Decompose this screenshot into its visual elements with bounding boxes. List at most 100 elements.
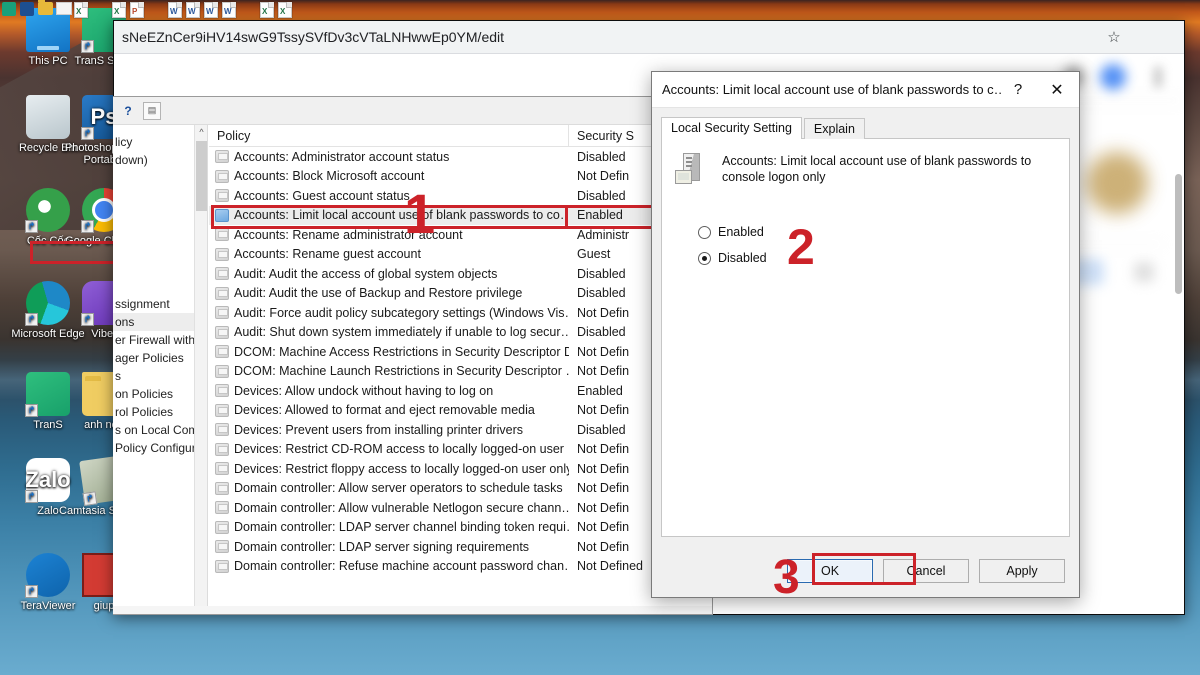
policy-cell[interactable]: Accounts: Guest account status: [209, 189, 569, 203]
table-row[interactable]: Accounts: Rename guest account Guest: [209, 245, 712, 265]
policy-cell[interactable]: Accounts: Block Microsoft account: [209, 169, 569, 183]
trans-taskbar-icon[interactable]: [2, 2, 18, 18]
ok-button[interactable]: OK: [787, 559, 873, 583]
console-tree-item[interactable]: s on Local Com: [113, 421, 207, 439]
column-header-policy[interactable]: Policy: [209, 125, 569, 147]
close-icon[interactable]: ✕: [1035, 73, 1079, 107]
policy-cell[interactable]: Devices: Restrict floppy access to local…: [209, 462, 569, 476]
dialog-footer[interactable]: OK Cancel Apply: [652, 545, 1079, 597]
tree-scrollbar[interactable]: ^: [194, 125, 207, 614]
table-row[interactable]: Devices: Prevent users from installing p…: [209, 420, 712, 440]
policy-header: Accounts: Limit local account use of bla…: [662, 139, 1069, 189]
word-taskbar-icon[interactable]: W: [168, 2, 184, 18]
table-row[interactable]: Accounts: Limit local account use of bla…: [209, 205, 712, 225]
radio-enabled[interactable]: Enabled: [698, 221, 1069, 243]
console-tree-item[interactable]: ssignment: [113, 295, 207, 313]
address-bar[interactable]: sNeEZnCer9iHV14swG9TssySVfDv3cVTaLNHwwEp…: [122, 29, 1102, 45]
shortcut-arrow-icon: [82, 491, 98, 506]
policy-cell[interactable]: Domain controller: Allow server operator…: [209, 481, 569, 495]
table-row[interactable]: Accounts: Rename administrator account Ad…: [209, 225, 712, 245]
policy-cell[interactable]: Audit: Shut down system immediately if u…: [209, 325, 569, 339]
excel-taskbar-icon[interactable]: X: [260, 2, 276, 18]
policy-cell[interactable]: Domain controller: Refuse machine accoun…: [209, 559, 569, 573]
console-tree-item[interactable]: on Policies: [113, 385, 207, 403]
table-row[interactable]: Devices: Allowed to format and eject rem…: [209, 401, 712, 421]
export-list-icon[interactable]: ▤: [143, 101, 161, 120]
console-tree-item[interactable]: ons: [113, 313, 207, 331]
console-tree-item[interactable]: ager Policies: [113, 349, 207, 367]
console-tree-item[interactable]: licy: [113, 133, 207, 151]
apply-button[interactable]: Apply: [979, 559, 1065, 583]
policy-cell[interactable]: Accounts: Administrator account status: [209, 150, 569, 164]
table-row[interactable]: Audit: Audit the use of Backup and Resto…: [209, 284, 712, 304]
excel-taskbar-icon[interactable]: X: [74, 2, 90, 18]
chevron-up-icon[interactable]: ^: [195, 125, 207, 139]
policy-cell[interactable]: Audit: Force audit policy subcategory se…: [209, 306, 569, 320]
console-tree-item[interactable]: down): [113, 151, 207, 169]
folder-taskbar-icon[interactable]: [38, 0, 54, 18]
table-row[interactable]: DCOM: Machine Access Restrictions in Sec…: [209, 342, 712, 362]
table-row[interactable]: Audit: Audit the access of global system…: [209, 264, 712, 284]
policy-cell[interactable]: Devices: Allow undock without having to …: [209, 384, 569, 398]
console-tree-pane[interactable]: licy down) ssignment ons er Firewall with age…: [113, 125, 208, 614]
table-row[interactable]: Devices: Allow undock without having to …: [209, 381, 712, 401]
table-row[interactable]: Domain controller: Allow server operator…: [209, 479, 712, 499]
table-row[interactable]: Domain controller: LDAP server channel b…: [209, 518, 712, 538]
radio-indicator[interactable]: [698, 251, 711, 265]
console-tree-item[interactable]: er Firewall with: [113, 331, 207, 349]
word-taskbar-icon[interactable]: W: [204, 2, 220, 18]
dialog-title-bar[interactable]: Accounts: Limit local account use of bla…: [652, 72, 1079, 108]
policy-list-pane[interactable]: Policy Security S Accounts: Administrato…: [208, 125, 712, 614]
policy-cell[interactable]: Devices: Allowed to format and eject rem…: [209, 403, 569, 417]
policy-cell[interactable]: Audit: Audit the use of Backup and Resto…: [209, 286, 569, 300]
radio-group[interactable]: Enabled Disabled: [662, 189, 1069, 269]
tree-scrollbar-thumb[interactable]: [196, 141, 207, 211]
policy-cell[interactable]: DCOM: Machine Access Restrictions in Sec…: [209, 345, 569, 359]
policy-cell[interactable]: Accounts: Limit local account use of bla…: [209, 208, 569, 222]
tab-explain[interactable]: Explain: [803, 118, 865, 139]
browser-scrollbar-thumb[interactable]: [1175, 174, 1182, 294]
mmc-toolbar[interactable]: ? ▤: [113, 97, 712, 125]
radio-indicator[interactable]: [698, 225, 711, 239]
window-taskbar-icon[interactable]: [56, 2, 72, 18]
excel-taskbar-icon[interactable]: X: [278, 2, 294, 18]
policy-cell[interactable]: Audit: Audit the access of global system…: [209, 267, 569, 281]
policy-cell[interactable]: Domain controller: LDAP server channel b…: [209, 520, 569, 534]
dialog-tabstrip[interactable]: Local Security Setting Explain: [661, 117, 1070, 139]
table-row[interactable]: Domain controller: Refuse machine accoun…: [209, 557, 712, 577]
cancel-button[interactable]: Cancel: [883, 559, 969, 583]
policy-list-header[interactable]: Policy Security S: [209, 125, 712, 147]
table-row[interactable]: Audit: Shut down system immediately if u…: [209, 323, 712, 343]
console-tree-item[interactable]: Policy Configur.: [113, 439, 207, 457]
help-icon[interactable]: ?: [119, 102, 137, 120]
radio-disabled[interactable]: Disabled: [698, 247, 1069, 269]
table-row[interactable]: Devices: Restrict floppy access to local…: [209, 459, 712, 479]
app-taskbar-icon[interactable]: [20, 2, 36, 18]
word-taskbar-icon[interactable]: W: [186, 2, 202, 18]
doc-taskbar-icon[interactable]: P: [130, 2, 146, 18]
table-row[interactable]: Accounts: Guest account status Disabled: [209, 186, 712, 206]
table-row[interactable]: DCOM: Machine Launch Restrictions in Sec…: [209, 362, 712, 382]
tab-local-security-setting[interactable]: Local Security Setting: [661, 117, 802, 139]
bookmark-star-icon[interactable]: ☆: [1102, 25, 1126, 49]
policy-cell[interactable]: Accounts: Rename guest account: [209, 247, 569, 261]
policy-cell[interactable]: DCOM: Machine Launch Restrictions in Sec…: [209, 364, 569, 378]
table-row[interactable]: Domain controller: LDAP server signing r…: [209, 537, 712, 557]
console-tree-item[interactable]: rol Policies: [113, 403, 207, 421]
policy-cell[interactable]: Domain controller: Allow vulnerable Netl…: [209, 501, 569, 515]
word-taskbar-icon[interactable]: W: [222, 2, 238, 18]
taskbar[interactable]: XXPWWWWXX: [0, 0, 1200, 20]
table-row[interactable]: Devices: Restrict CD-ROM access to local…: [209, 440, 712, 460]
table-row[interactable]: Accounts: Block Microsoft account Not Def…: [209, 167, 712, 187]
table-row[interactable]: Accounts: Administrator account status Di…: [209, 147, 712, 167]
policy-cell[interactable]: Devices: Restrict CD-ROM access to local…: [209, 442, 569, 456]
policy-cell[interactable]: Devices: Prevent users from installing p…: [209, 423, 569, 437]
excel-taskbar-icon[interactable]: X: [112, 2, 128, 18]
table-row[interactable]: Audit: Force audit policy subcategory se…: [209, 303, 712, 323]
table-row[interactable]: Domain controller: Allow vulnerable Netl…: [209, 498, 712, 518]
policy-list-rows[interactable]: Accounts: Administrator account status Di…: [209, 147, 712, 614]
help-icon[interactable]: ?: [1001, 73, 1035, 107]
policy-cell[interactable]: Domain controller: LDAP server signing r…: [209, 540, 569, 554]
policy-cell[interactable]: Accounts: Rename administrator account: [209, 228, 569, 242]
console-tree-item[interactable]: s: [113, 367, 207, 385]
